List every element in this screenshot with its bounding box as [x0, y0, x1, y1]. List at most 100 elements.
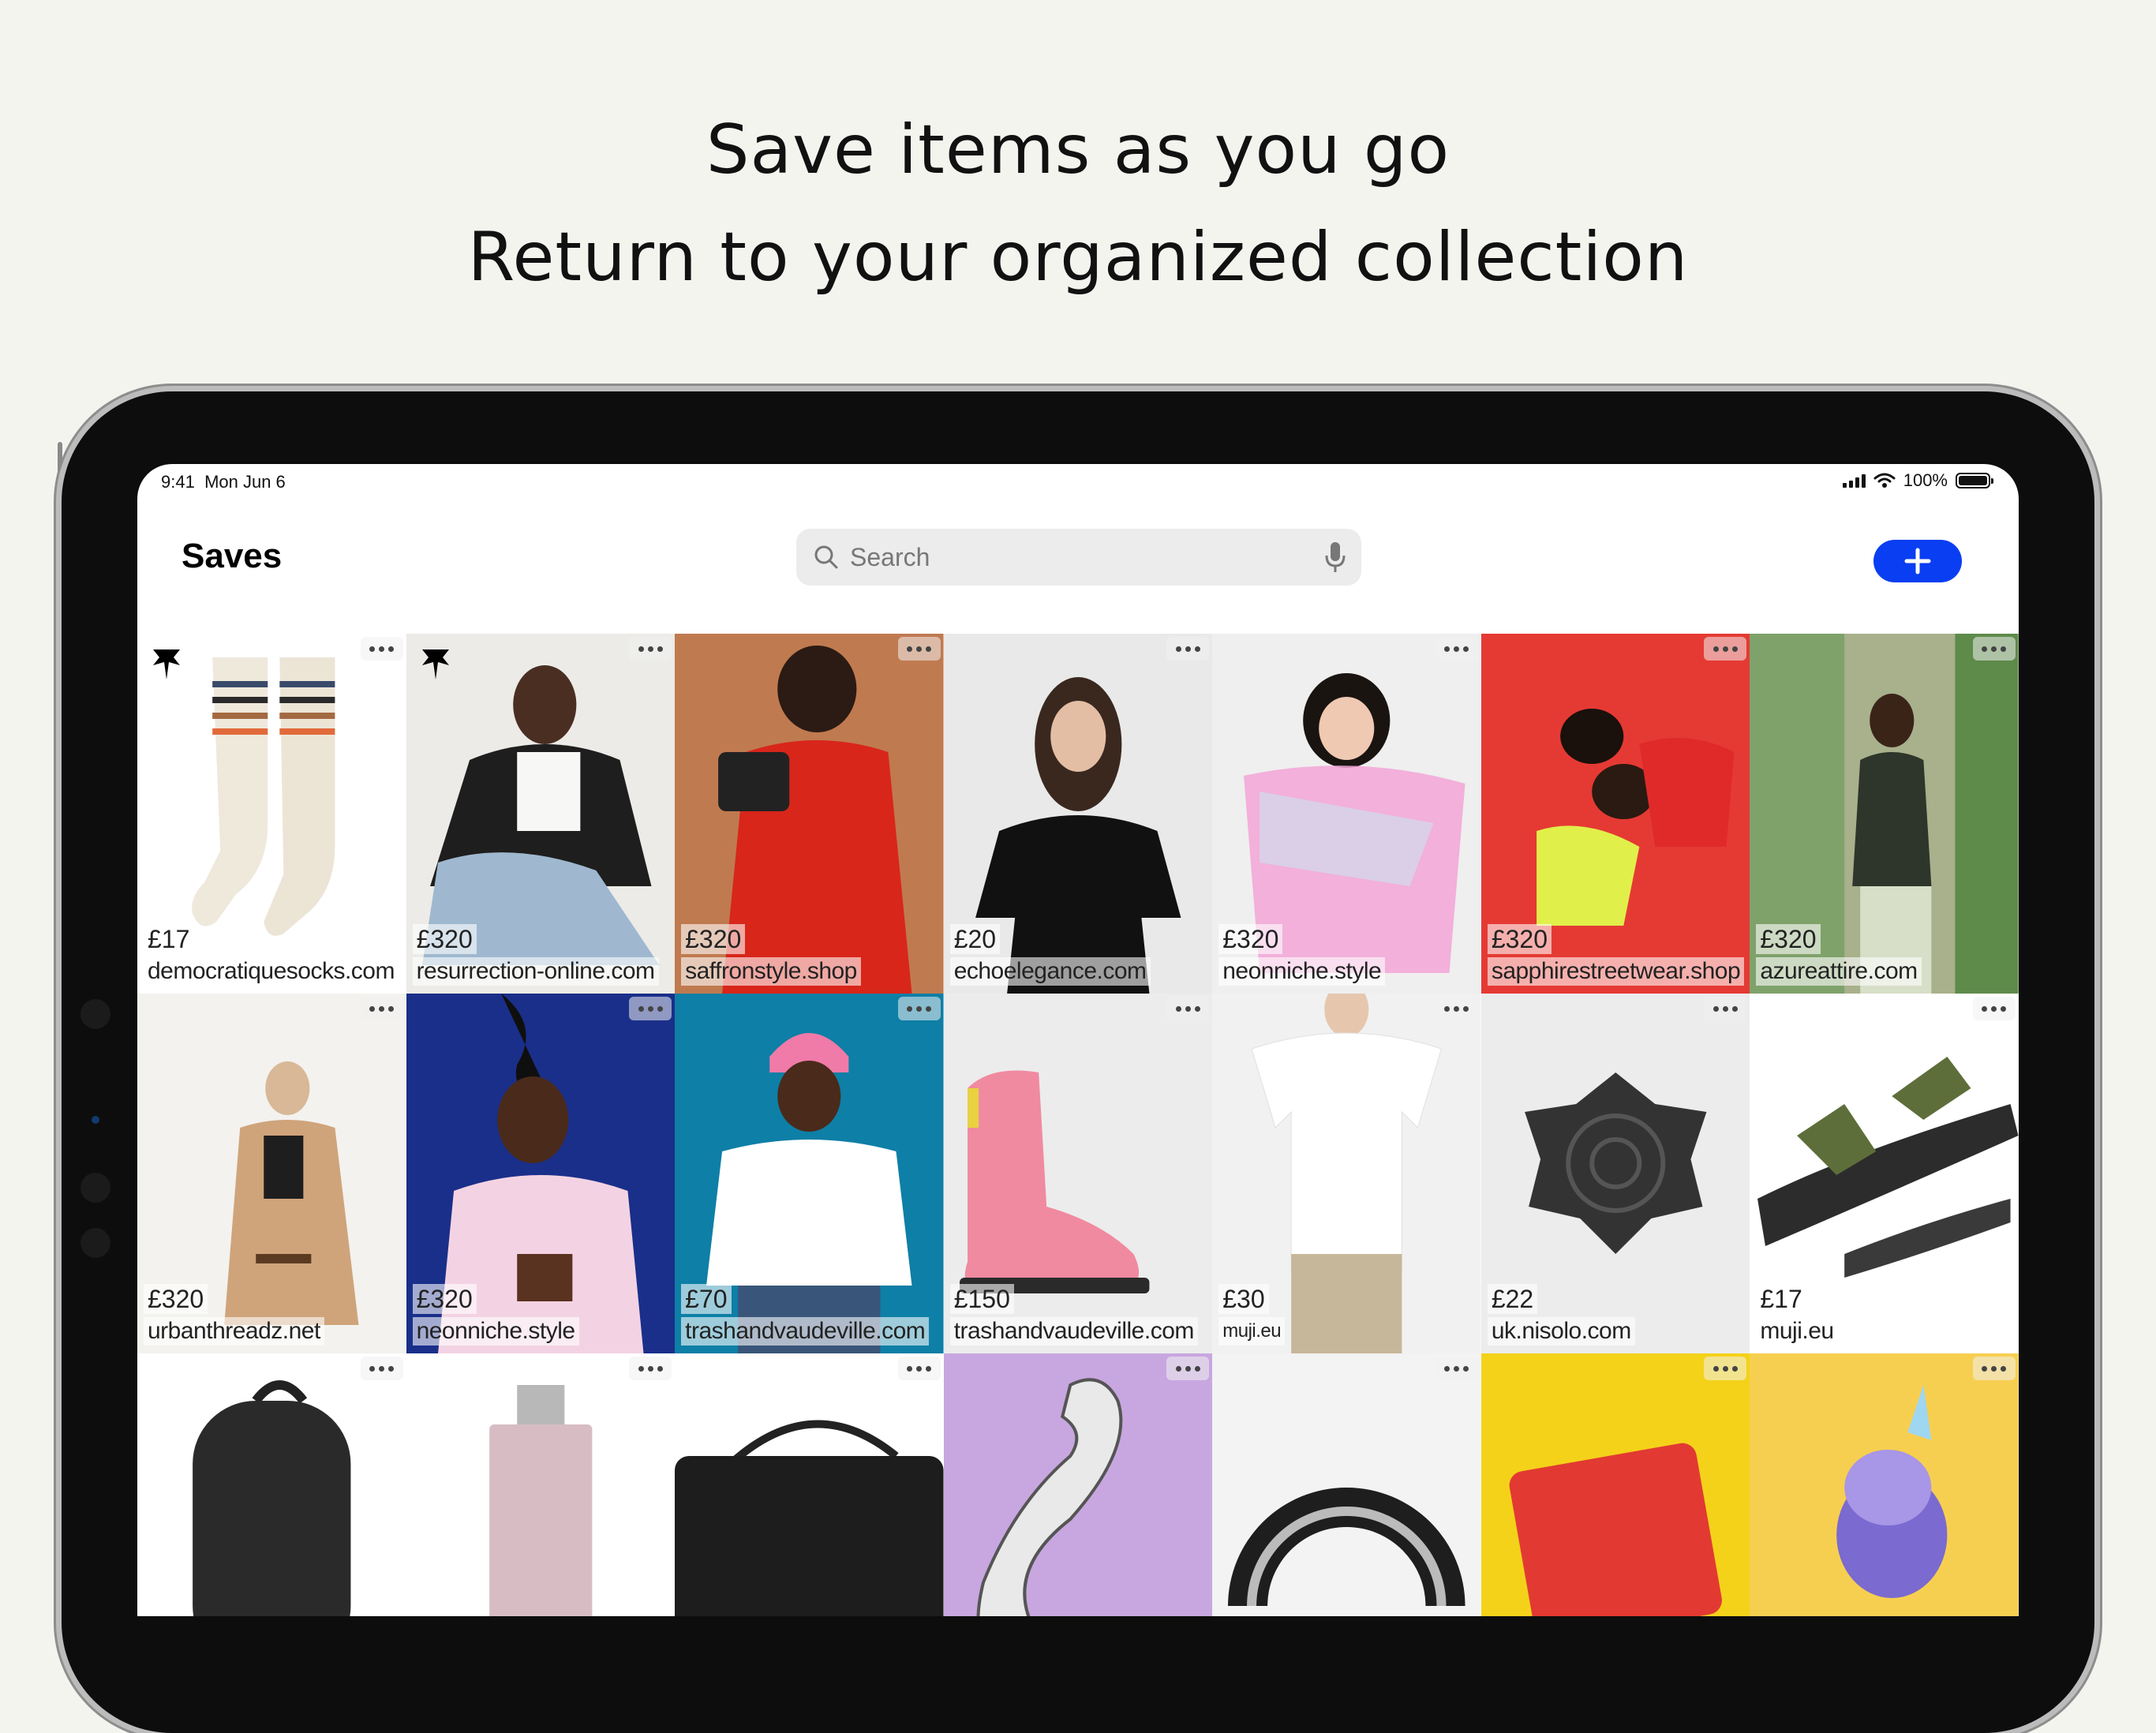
power-button	[1815, 384, 1933, 390]
more-options-button[interactable]	[360, 1357, 403, 1380]
headline-line-2: Return to your organized collection	[467, 218, 1689, 297]
saved-item-card[interactable]: £320 azureattire.com	[1750, 634, 2019, 994]
item-domain[interactable]: saffronstyle.shop	[681, 957, 861, 986]
search-input[interactable]	[848, 541, 1293, 573]
item-domain[interactable]: resurrection-online.com	[412, 957, 659, 986]
item-price: £320	[412, 1284, 477, 1314]
item-price: £70	[681, 1284, 732, 1314]
saved-item-card[interactable]: £17 democratiquesocks.com	[137, 634, 406, 994]
more-options-button[interactable]	[629, 1357, 672, 1380]
saved-item-card[interactable]: £20 echoelegance.com	[943, 634, 1213, 994]
item-price: £320	[144, 1284, 208, 1314]
item-domain[interactable]: neonniche.style	[412, 1317, 579, 1346]
saved-item-card[interactable]	[675, 1353, 944, 1616]
search-icon	[814, 545, 838, 569]
more-options-button[interactable]	[1704, 997, 1747, 1020]
camera-dot	[80, 999, 110, 1029]
app-screen: 9:41 Mon Jun 6 100% Saves Search £17 dem…	[137, 464, 2019, 1616]
more-options-button[interactable]	[897, 637, 941, 661]
item-price: £30	[1218, 1284, 1269, 1314]
saved-item-card[interactable]	[943, 1353, 1213, 1616]
more-options-button[interactable]	[1166, 637, 1210, 661]
saved-item-card[interactable]	[1212, 1353, 1481, 1616]
item-price: £20	[949, 924, 1001, 954]
item-domain[interactable]: uk.nisolo.com	[1487, 1317, 1635, 1346]
saved-item-card[interactable]: £320 sapphirestreetwear.shop	[1480, 634, 1750, 994]
status-bar: 9:41 Mon Jun 6 100%	[137, 464, 2019, 503]
plus-icon	[1904, 548, 1931, 575]
saved-item-card[interactable]: £17 muji.eu	[1750, 994, 2019, 1353]
saved-item-card[interactable]	[1480, 1353, 1750, 1616]
page-title: Saves	[182, 537, 283, 575]
saved-items-grid: £17 democratiquesocks.com £320 resurrect…	[137, 634, 2019, 1616]
saved-item-card[interactable]: £320 resurrection-online.com	[406, 634, 676, 994]
more-options-button[interactable]	[629, 997, 672, 1020]
item-price: £17	[144, 924, 194, 954]
item-price: £320	[1218, 924, 1283, 954]
more-options-button[interactable]	[897, 997, 941, 1020]
more-options-button[interactable]	[1166, 1357, 1210, 1380]
item-price: £320	[1487, 924, 1551, 954]
item-domain[interactable]: sapphirestreetwear.shop	[1487, 957, 1745, 986]
volume-button	[339, 384, 434, 390]
saved-item-card[interactable]	[1750, 1353, 2019, 1616]
saved-item-card[interactable]	[406, 1353, 676, 1616]
rainbow-pin-photo	[1212, 1353, 1481, 1616]
item-price: £320	[412, 924, 477, 954]
more-options-button[interactable]	[1972, 637, 2016, 661]
more-options-button[interactable]	[1435, 637, 1478, 661]
sensor-dot	[80, 1173, 110, 1203]
item-price: £150	[949, 1284, 1014, 1314]
more-options-button[interactable]	[897, 1357, 941, 1380]
add-button[interactable]	[1873, 540, 1962, 582]
microphone-icon[interactable]	[1323, 540, 1347, 575]
item-domain[interactable]: neonniche.style	[1218, 957, 1386, 986]
pink-bottle-photo	[406, 1353, 676, 1616]
more-options-button[interactable]	[360, 637, 403, 661]
item-price: £320	[1756, 924, 1821, 954]
pin-icon[interactable]	[152, 646, 182, 681]
more-options-button[interactable]	[1166, 997, 1210, 1020]
black-backpack-photo	[137, 1353, 406, 1616]
item-domain[interactable]: democratiquesocks.com	[144, 957, 399, 986]
more-options-button[interactable]	[1435, 997, 1478, 1020]
more-options-button[interactable]	[629, 637, 672, 661]
more-options-button[interactable]	[1972, 997, 2016, 1020]
headline-line-1: Save items as you go	[706, 110, 1450, 189]
more-options-button[interactable]	[1972, 1357, 2016, 1380]
saved-item-card[interactable]: £320 neonniche.style	[1212, 634, 1481, 994]
search-bar[interactable]	[796, 529, 1361, 586]
item-domain[interactable]: azureattire.com	[1756, 957, 1922, 986]
item-price: £17	[1756, 1284, 1806, 1314]
more-options-button[interactable]	[1435, 1357, 1478, 1380]
wifi-icon	[1873, 473, 1896, 488]
item-domain[interactable]: echoelegance.com	[949, 957, 1151, 986]
pin-icon[interactable]	[421, 646, 451, 681]
saved-item-card[interactable]	[137, 1353, 406, 1616]
saved-item-card[interactable]: £70 trashandvaudeville.com	[675, 994, 944, 1353]
item-price: £320	[681, 924, 746, 954]
item-domain[interactable]: muji.eu	[1218, 1317, 1286, 1346]
more-options-button[interactable]	[1704, 637, 1747, 661]
empowered-women-pin-photo	[1480, 1353, 1750, 1616]
more-options-button[interactable]	[1704, 1357, 1747, 1380]
saved-item-card[interactable]: £30 muji.eu	[1212, 994, 1481, 1353]
cellular-signal-icon	[1842, 473, 1866, 488]
saved-item-card[interactable]: £320 urbanthreadz.net	[137, 994, 406, 1353]
item-price: £22	[1487, 1284, 1538, 1314]
saved-item-card[interactable]: £320 saffronstyle.shop	[675, 634, 944, 994]
status-time: 9:41 Mon Jun 6	[161, 472, 286, 492]
battery-percent: 100%	[1903, 470, 1948, 490]
saved-item-card[interactable]: £150 trashandvaudeville.com	[943, 994, 1213, 1353]
item-domain[interactable]: muji.eu	[1756, 1317, 1838, 1346]
sensor-dot	[80, 1228, 110, 1258]
battery-icon	[1956, 473, 1993, 488]
item-domain[interactable]: trashandvaudeville.com	[949, 1317, 1198, 1346]
camera-lens	[92, 1116, 99, 1124]
saved-item-card[interactable]: £22 uk.nisolo.com	[1480, 994, 1750, 1353]
saved-item-card[interactable]: £320 neonniche.style	[406, 994, 676, 1353]
item-domain[interactable]: trashandvaudeville.com	[681, 1317, 930, 1346]
item-domain[interactable]: urbanthreadz.net	[144, 1317, 324, 1346]
status-indicators: 100%	[1842, 470, 1993, 491]
more-options-button[interactable]	[360, 997, 403, 1020]
